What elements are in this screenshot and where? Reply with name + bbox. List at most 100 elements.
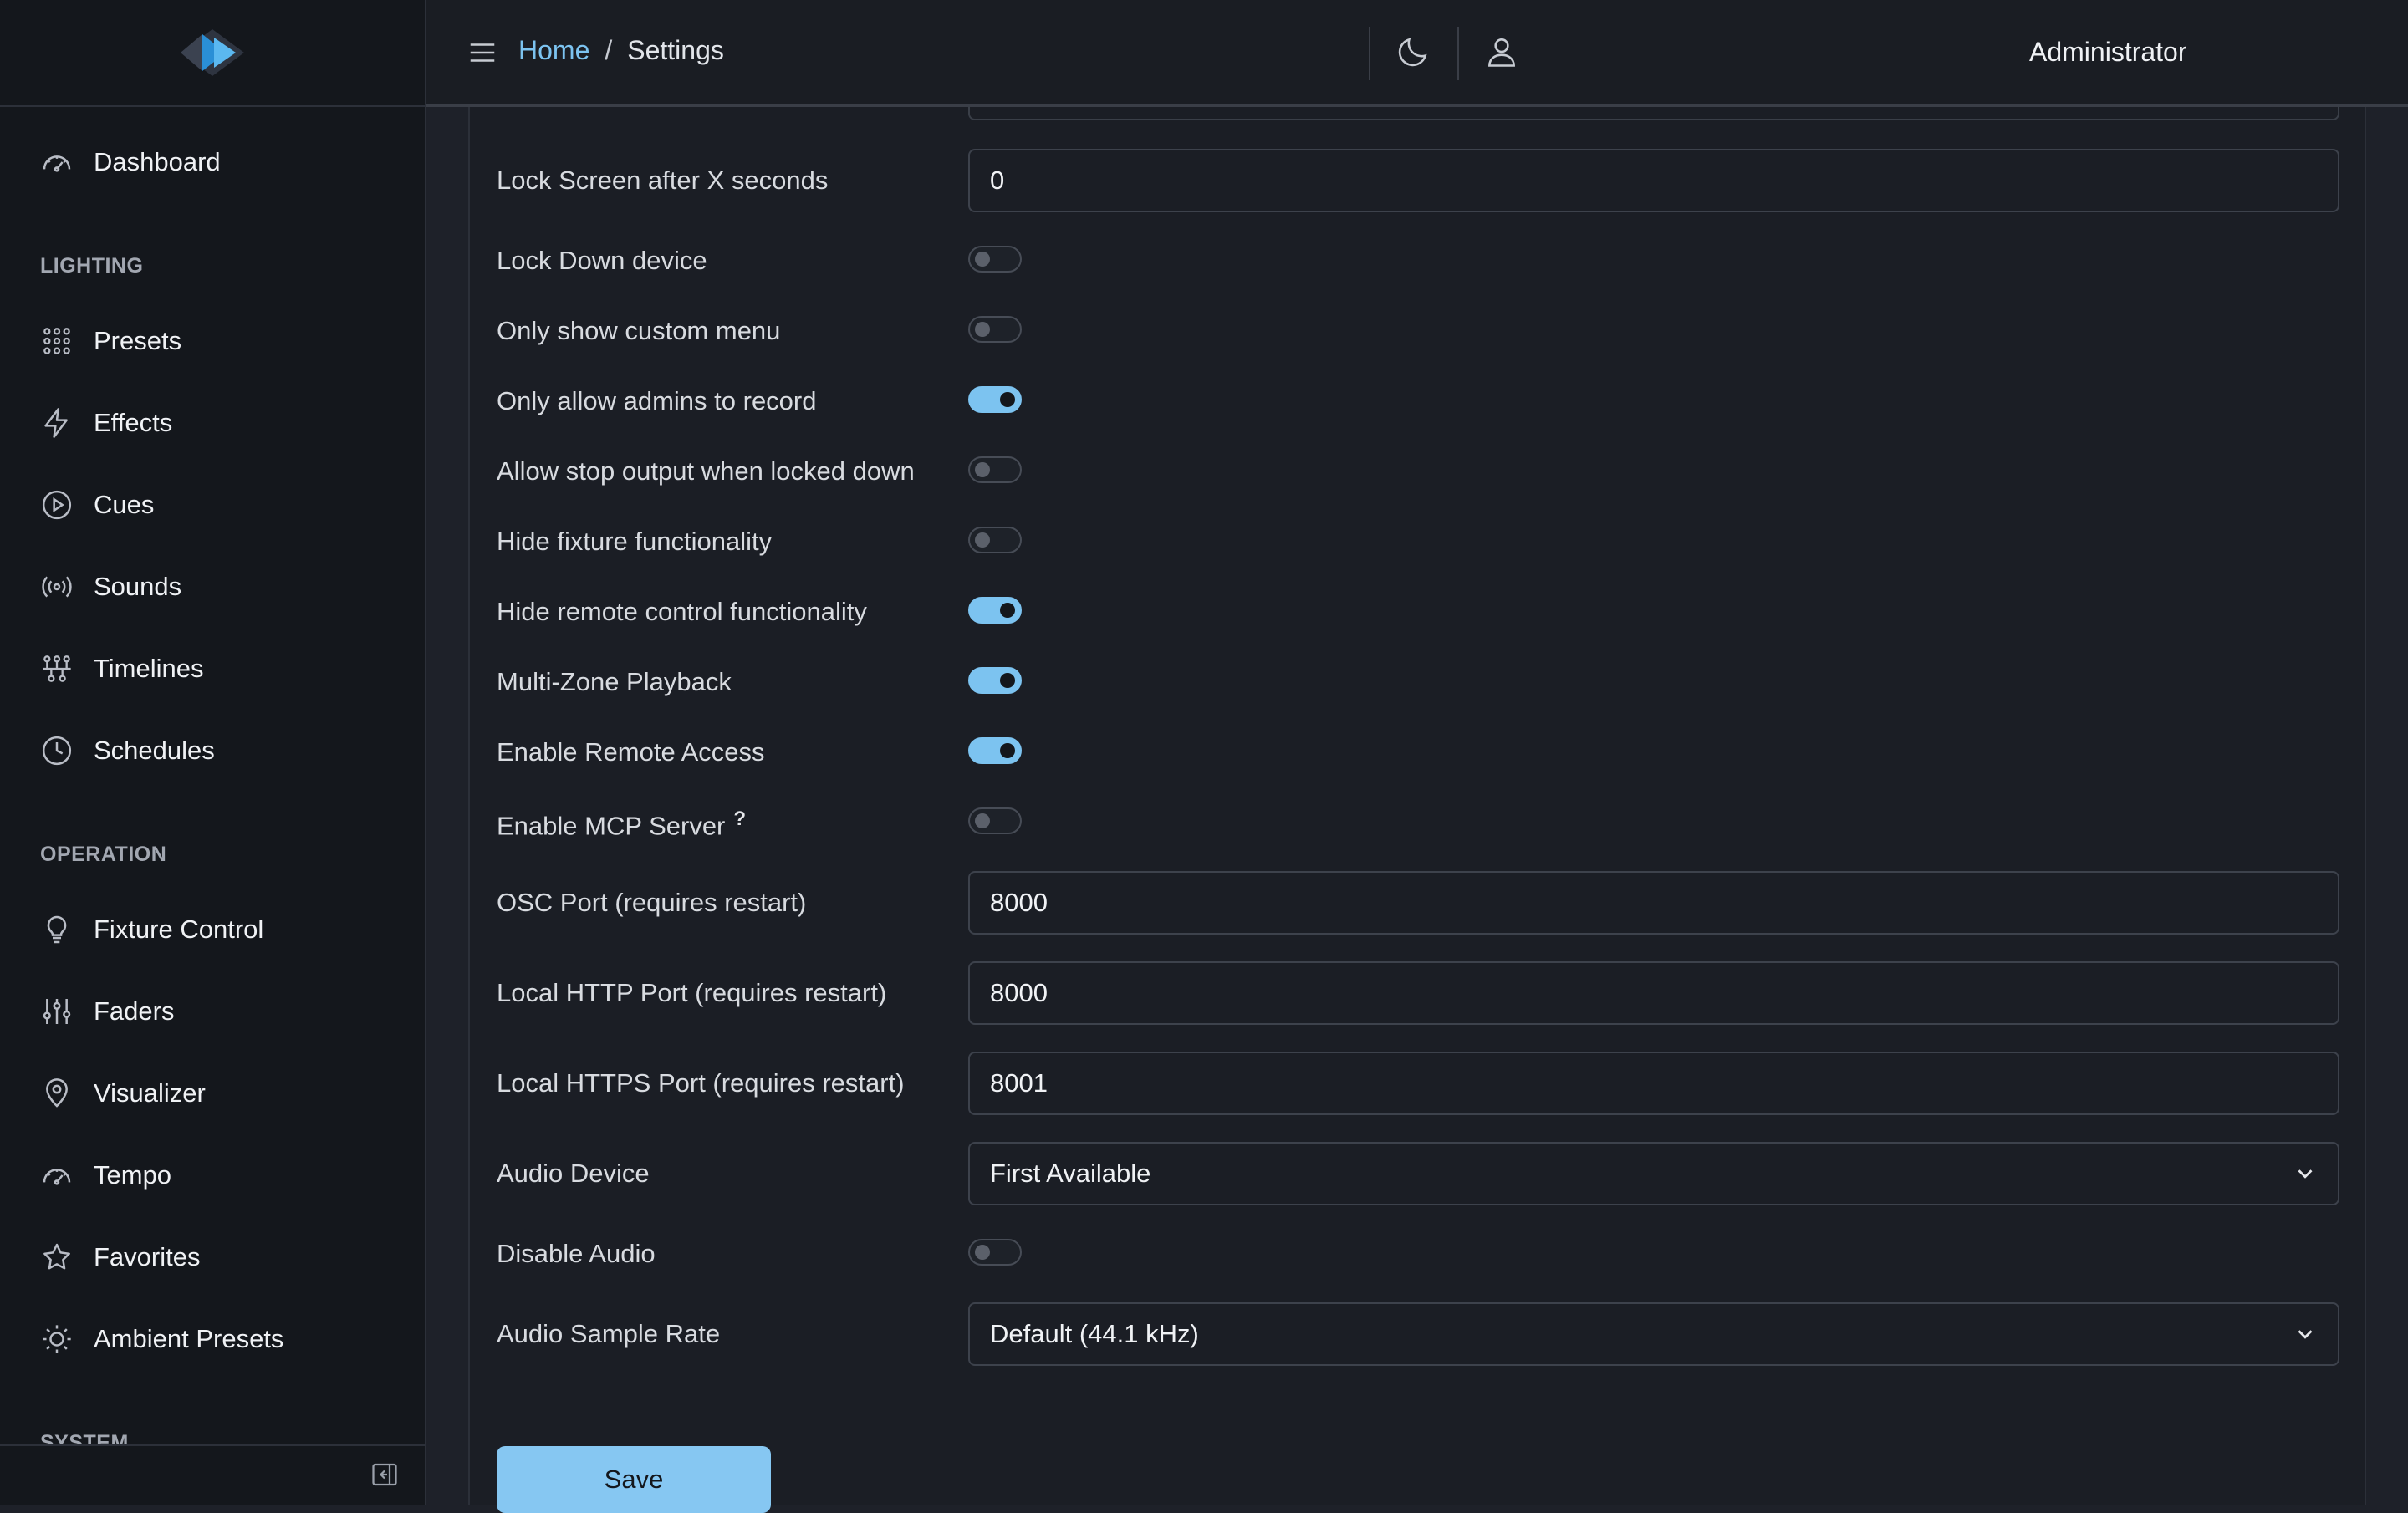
top-header: Home / Settings Administrator	[426, 0, 2408, 107]
mcp-server-toggle[interactable]	[968, 807, 1022, 834]
sidebar-item-schedules[interactable]: Schedules	[40, 726, 400, 776]
http-port-input[interactable]	[968, 961, 2339, 1025]
toggle-knob	[975, 532, 990, 548]
sidebar-item-label: Tempo	[94, 1160, 172, 1190]
toggle-label: Hide fixture functionality	[497, 527, 773, 556]
section-title-operation: OPERATION	[40, 843, 167, 866]
sample-rate-label: Audio Sample Rate	[497, 1319, 721, 1348]
lightning-icon	[40, 406, 74, 440]
sample-rate-value: Default (44.1 kHz)	[990, 1319, 1199, 1348]
sidebar-item-effects[interactable]: Effects	[40, 398, 400, 448]
sidebar-item-tempo[interactable]: Tempo	[40, 1150, 400, 1200]
disable-audio-toggle[interactable]	[968, 1239, 1022, 1266]
osc-port-input[interactable]	[968, 871, 2339, 935]
sidebar-item-label: Favorites	[94, 1242, 201, 1271]
hide-remote-control-toggle[interactable]	[968, 597, 1022, 624]
lock-screen-seconds-input[interactable]	[968, 149, 2339, 212]
https-port-label: Local HTTPS Port (requires restart)	[497, 1068, 905, 1098]
toggle-knob	[975, 322, 990, 337]
toggle-label: Only allow admins to record	[497, 386, 817, 415]
hide-fixture-toggle[interactable]	[968, 527, 1022, 553]
sidebar-item-dashboard[interactable]: Dashboard	[40, 137, 400, 187]
user-icon[interactable]	[1483, 33, 1520, 70]
header-divider	[1457, 27, 1459, 80]
sidebar-item-label: Faders	[94, 996, 175, 1026]
sidebar-item-cues[interactable]: Cues	[40, 480, 400, 530]
breadcrumb-home-link[interactable]: Home	[518, 35, 589, 66]
section-title-lighting: LIGHTING	[40, 254, 144, 278]
lightbulb-icon	[40, 913, 74, 946]
toggle-label: Hide remote control functionality	[497, 597, 867, 626]
sidebar-item-favorites[interactable]: Favorites	[40, 1232, 400, 1282]
sidebar-item-label: Schedules	[94, 736, 215, 765]
toggle-knob	[1000, 603, 1015, 618]
sidebar-item-visualizer[interactable]: Visualizer	[40, 1068, 400, 1118]
allow-stop-output-toggle[interactable]	[968, 456, 1022, 483]
chevron-down-icon	[2293, 1161, 2318, 1186]
toggle-knob	[975, 252, 990, 267]
timeline-icon	[40, 652, 74, 685]
osc-port-label: OSC Port (requires restart)	[497, 888, 807, 917]
sidebar: Dashboard LIGHTING Presets Effects Cues …	[0, 0, 426, 1505]
sidebar-item-ambient-presets[interactable]: Ambient Presets	[40, 1314, 400, 1364]
hamburger-menu-icon[interactable]	[467, 37, 498, 69]
sidebar-item-sounds[interactable]: Sounds	[40, 562, 400, 612]
sidebar-item-presets[interactable]: Presets	[40, 316, 400, 366]
star-icon	[40, 1240, 74, 1274]
toggle-knob	[975, 813, 990, 828]
lock-screen-label: Lock Screen after X seconds	[497, 166, 829, 195]
moon-icon[interactable]	[1395, 33, 1431, 70]
previous-field-edge	[968, 105, 2339, 120]
toggle-knob	[1000, 392, 1015, 407]
header-divider	[1369, 27, 1370, 80]
sidebar-item-label: Presets	[94, 326, 182, 355]
sidebar-item-label: Ambient Presets	[94, 1324, 284, 1353]
only-custom-menu-toggle[interactable]	[968, 316, 1022, 343]
audio-device-value: First Available	[990, 1159, 1151, 1188]
toggle-knob	[975, 1245, 990, 1260]
https-port-input[interactable]	[968, 1052, 2339, 1115]
collapse-sidebar-icon[interactable]	[370, 1460, 400, 1490]
audio-device-select[interactable]: First Available	[968, 1142, 2339, 1205]
toggle-label: Lock Down device	[497, 246, 707, 275]
sample-rate-select[interactable]: Default (44.1 kHz)	[968, 1302, 2339, 1366]
app-logo-icon[interactable]	[177, 26, 247, 79]
audio-device-label: Audio Device	[497, 1159, 650, 1188]
gauge-icon	[40, 145, 74, 179]
breadcrumb-current: Settings	[627, 35, 724, 65]
toggle-label: Enable MCP Server	[497, 811, 726, 841]
sidebar-item-fixture-control[interactable]: Fixture Control	[40, 904, 400, 955]
toggle-label: Enable Remote Access	[497, 737, 765, 767]
save-button[interactable]: Save	[497, 1446, 771, 1513]
chevron-down-icon	[2293, 1322, 2318, 1347]
sidebar-item-label: Timelines	[94, 654, 204, 683]
sliders-icon	[40, 995, 74, 1028]
multi-zone-playback-toggle[interactable]	[968, 667, 1022, 694]
sidebar-item-label: Fixture Control	[94, 914, 264, 944]
help-tooltip-icon[interactable]: ?	[733, 807, 746, 830]
toggle-knob	[1000, 673, 1015, 688]
disable-audio-label: Disable Audio	[497, 1239, 656, 1268]
sidebar-item-faders[interactable]: Faders	[40, 986, 400, 1037]
map-pin-icon	[40, 1077, 74, 1110]
clock-icon	[40, 734, 74, 767]
sidebar-item-label: Sounds	[94, 572, 182, 601]
lock-down-device-toggle[interactable]	[968, 246, 1022, 273]
toggle-knob	[975, 462, 990, 477]
remote-access-toggle[interactable]	[968, 737, 1022, 764]
sidebar-item-timelines[interactable]: Timelines	[40, 644, 400, 694]
http-port-label: Local HTTP Port (requires restart)	[497, 978, 887, 1007]
user-role-label: Administrator	[2029, 37, 2187, 67]
sidebar-item-label: Dashboard	[94, 147, 221, 176]
play-circle-icon	[40, 488, 74, 522]
mcp-server-label: Enable MCP Server?	[497, 807, 746, 841]
sidebar-item-label: Cues	[94, 490, 155, 519]
gauge-icon	[40, 1159, 74, 1192]
toggle-label: Only show custom menu	[497, 316, 781, 345]
admins-record-toggle[interactable]	[968, 386, 1022, 413]
sun-icon	[40, 1322, 74, 1356]
grid-dots-icon	[40, 324, 74, 358]
sidebar-item-label: Visualizer	[94, 1078, 206, 1108]
toggle-label: Multi-Zone Playback	[497, 667, 732, 696]
logo-area	[0, 0, 425, 107]
